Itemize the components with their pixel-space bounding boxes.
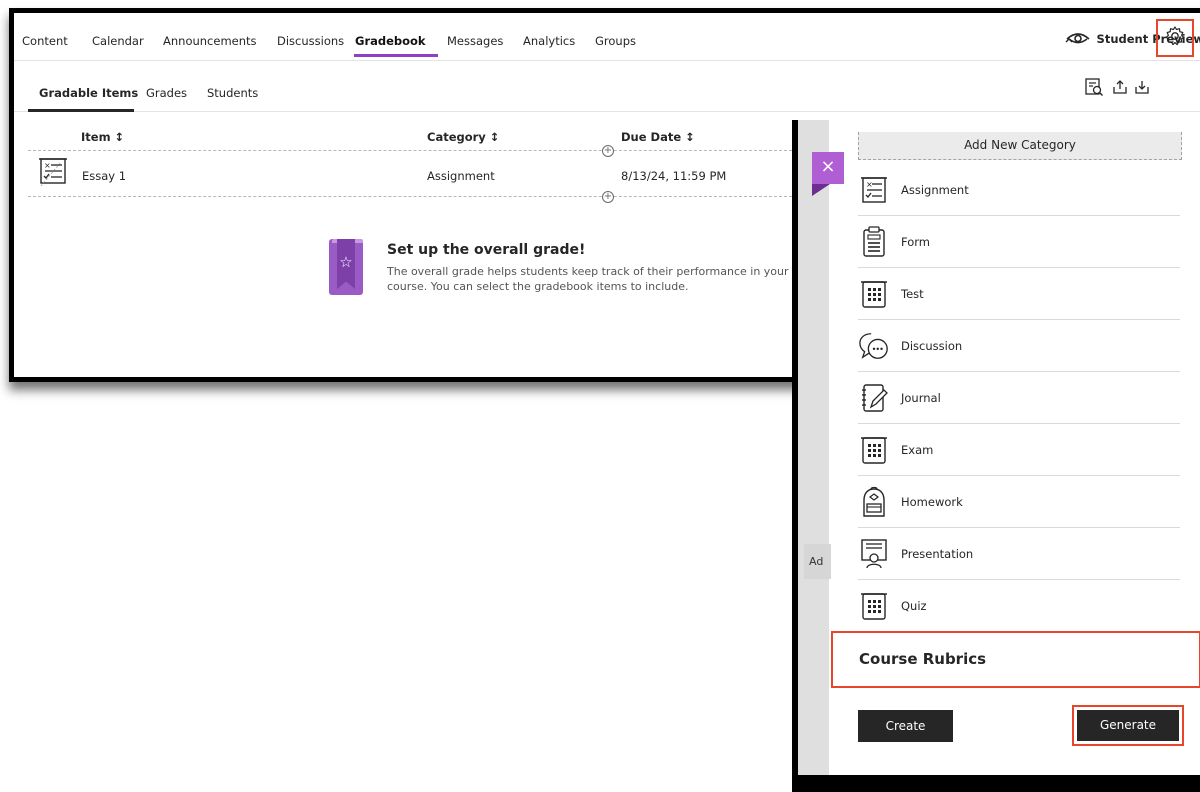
- add-new-category-button[interactable]: Add New Category: [858, 132, 1182, 160]
- category-item[interactable]: Presentation: [858, 528, 1180, 580]
- row-divider: [28, 150, 802, 151]
- column-header-category[interactable]: Category ↕: [427, 130, 499, 144]
- close-panel-button[interactable]: ×: [812, 152, 844, 196]
- category-label: Assignment: [901, 183, 969, 197]
- test-icon: [858, 278, 890, 310]
- grading-view-icon[interactable]: [1083, 76, 1105, 98]
- assignment-icon: ×: [37, 156, 69, 190]
- tab-discussions[interactable]: Discussions: [277, 34, 344, 48]
- column-header-due-date[interactable]: Due Date ↕: [621, 130, 695, 144]
- active-tab-indicator: [354, 54, 438, 57]
- tab-messages[interactable]: Messages: [447, 34, 503, 48]
- category-item[interactable]: Discussion: [858, 320, 1180, 372]
- add-item-icon[interactable]: +: [602, 191, 614, 203]
- journal-icon: [858, 382, 890, 414]
- obscured-add-button: Ad: [804, 544, 831, 579]
- create-button[interactable]: Create: [858, 710, 953, 742]
- homework-icon: [858, 486, 890, 518]
- item-category: Assignment: [427, 169, 495, 183]
- svg-text:×: ×: [866, 180, 873, 189]
- generate-highlight: Generate: [1072, 705, 1184, 746]
- item-due-date: 8/13/24, 11:59 PM: [621, 169, 727, 183]
- gear-icon: [1164, 25, 1186, 51]
- tab-analytics[interactable]: Analytics: [523, 34, 575, 48]
- active-subtab-indicator: [28, 109, 134, 112]
- category-panel: Ad Add New Category × Assignment Form Te…: [792, 120, 1200, 792]
- category-item[interactable]: Test: [858, 268, 1180, 320]
- tab-announcements[interactable]: Announcements: [163, 34, 257, 48]
- upload-icon[interactable]: [1109, 76, 1131, 98]
- category-item[interactable]: × Assignment: [858, 164, 1180, 216]
- tab-content[interactable]: Content: [22, 34, 68, 48]
- tab-calendar[interactable]: Calendar: [92, 34, 144, 48]
- row-divider: [28, 196, 802, 197]
- category-label: Journal: [901, 391, 941, 405]
- eye-icon: [1065, 30, 1091, 47]
- category-label: Discussion: [901, 339, 963, 353]
- overall-grade-title: Set up the overall grade!: [387, 242, 586, 258]
- star-icon: ☆: [339, 253, 353, 271]
- category-panel-body: Ad Add New Category × Assignment Form Te…: [798, 120, 1200, 775]
- tab-gradebook[interactable]: Gradebook: [355, 34, 426, 48]
- category-item[interactable]: Quiz: [858, 580, 1180, 632]
- gradebook-sub-nav: Gradable Items Grades Students: [14, 61, 1200, 112]
- tab-grades[interactable]: Grades: [146, 86, 187, 100]
- category-label: Exam: [901, 443, 934, 457]
- category-label: Quiz: [901, 599, 927, 613]
- category-item[interactable]: Form: [858, 216, 1180, 268]
- category-label: Homework: [901, 495, 963, 509]
- item-name[interactable]: Essay 1: [82, 169, 126, 183]
- generate-button[interactable]: Generate: [1077, 710, 1179, 741]
- category-label: Form: [901, 235, 930, 249]
- category-item[interactable]: Journal: [858, 372, 1180, 424]
- exam-icon: [858, 434, 890, 466]
- course-rubrics-section[interactable]: Course Rubrics: [831, 631, 1200, 688]
- svg-text:×: ×: [44, 161, 51, 170]
- tab-gradable-items[interactable]: Gradable Items: [39, 86, 138, 100]
- category-item[interactable]: Homework: [858, 476, 1180, 528]
- category-label: Presentation: [901, 547, 974, 561]
- category-item[interactable]: Exam: [858, 424, 1180, 476]
- overall-grade-description: The overall grade helps students keep tr…: [387, 265, 789, 293]
- add-item-icon[interactable]: +: [602, 145, 614, 157]
- assignment-icon: ×: [858, 174, 890, 206]
- course-top-nav: Content Calendar Announcements Discussio…: [14, 13, 1200, 61]
- column-header-item[interactable]: Item ↕: [81, 130, 124, 144]
- download-icon[interactable]: [1131, 76, 1153, 98]
- gradebook-settings-button[interactable]: [1156, 19, 1194, 57]
- category-label: Test: [901, 287, 924, 301]
- form-icon: [858, 226, 890, 258]
- quiz-icon: [858, 590, 890, 622]
- tab-students[interactable]: Students: [207, 86, 258, 100]
- discussion-icon: [858, 330, 890, 362]
- tab-groups[interactable]: Groups: [595, 34, 636, 48]
- presentation-icon: [858, 538, 890, 570]
